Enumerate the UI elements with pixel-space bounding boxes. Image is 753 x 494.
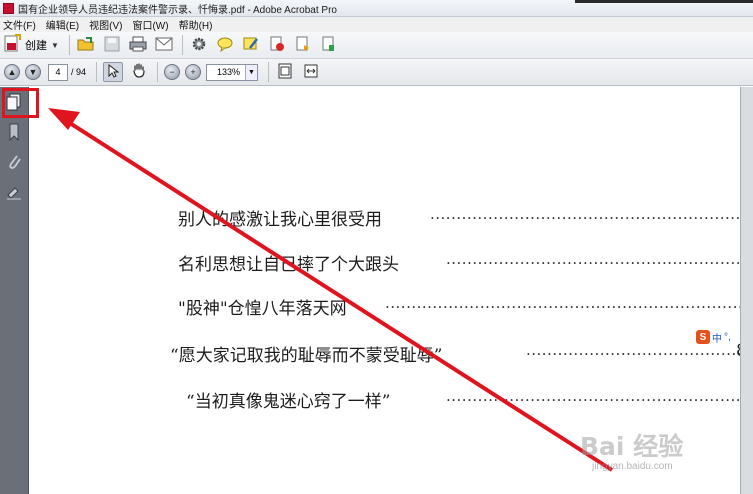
annotation-arrow-icon: [48, 108, 614, 472]
watermark-logo: Bai 经验: [580, 432, 684, 461]
baidu-watermark: Bai 经验 jingyan.baidu.com: [580, 427, 720, 487]
watermark-url: jingyan.baidu.com: [592, 461, 673, 472]
